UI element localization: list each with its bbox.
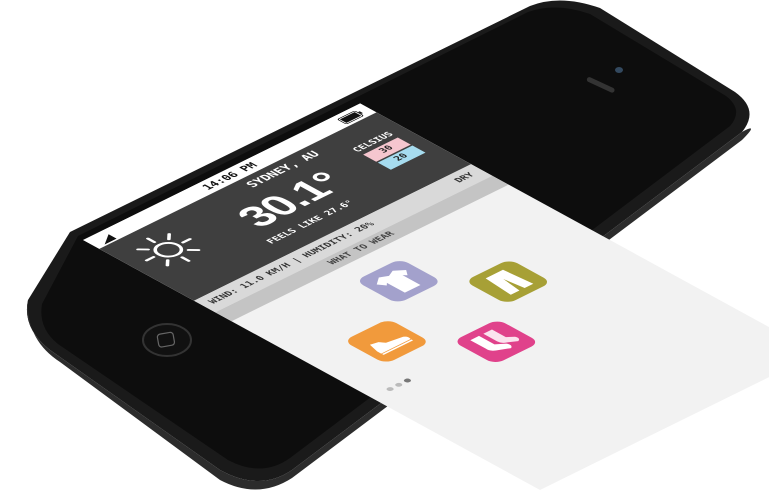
home-button (142, 323, 192, 357)
front-camera-icon (615, 67, 623, 73)
app-mockup: 14:06 PM SYDNEY, AU 30.1° CELSIUS 30 20 … (0, 0, 769, 500)
page-indicator[interactable] (378, 372, 419, 393)
pants-tile[interactable] (464, 258, 552, 305)
shirt-tile[interactable] (355, 258, 443, 304)
socks-icon (470, 329, 520, 351)
sun-icon (136, 233, 201, 267)
shirt-icon (376, 269, 421, 293)
page-dot[interactable] (393, 382, 404, 388)
shoes-tile[interactable] (343, 318, 431, 365)
page-dot-active[interactable] (402, 377, 413, 384)
pants-icon (485, 269, 534, 295)
shoes-icon (369, 336, 414, 355)
condition-label: DRY (452, 171, 478, 185)
page-dot[interactable] (385, 386, 396, 392)
socks-tile[interactable] (452, 319, 541, 365)
